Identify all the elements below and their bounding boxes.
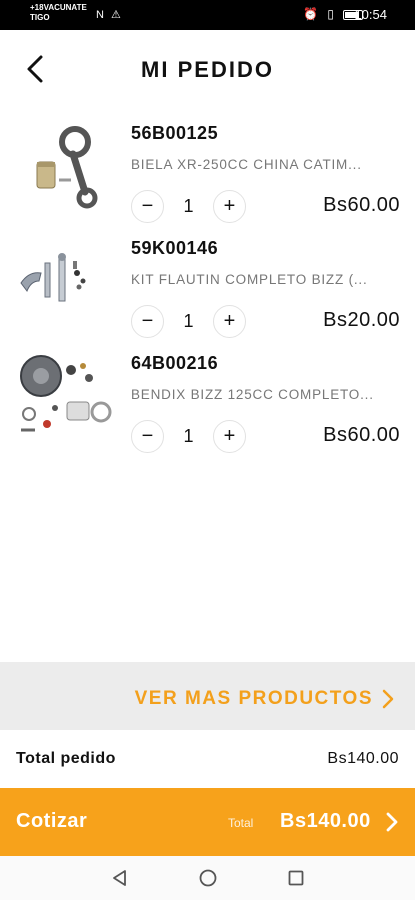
more-products-band: VER MAS PRODUCTOS bbox=[0, 662, 415, 730]
cart-item: 59K00146 KIT FLAUTIN COMPLETO BIZZ (... … bbox=[0, 227, 415, 342]
increase-quantity-button[interactable]: + bbox=[213, 305, 246, 338]
order-total-label: Total pedido bbox=[16, 750, 116, 767]
quote-total-value: Bs140.00 bbox=[280, 810, 371, 832]
product-description: BIELA XR-250CC CHINA CATIM... bbox=[131, 157, 362, 172]
increase-quantity-button[interactable]: + bbox=[213, 190, 246, 223]
decrease-quantity-button[interactable]: − bbox=[131, 420, 164, 453]
cart-item: 56B00125 BIELA XR-250CC CHINA CATIM... −… bbox=[0, 112, 415, 227]
quantity-value: 1 bbox=[183, 426, 194, 446]
triangle-back-icon bbox=[113, 870, 126, 886]
header: MI PEDIDO bbox=[0, 30, 415, 110]
status-time: 10:54 bbox=[354, 7, 387, 22]
cart-list: 56B00125 BIELA XR-250CC CHINA CATIM... −… bbox=[0, 112, 415, 457]
alarm-vibrate-icons: ⏰ ▯ bbox=[303, 7, 337, 21]
product-code: 56B00125 bbox=[131, 123, 219, 143]
system-back-button[interactable] bbox=[108, 866, 132, 890]
quote-button[interactable]: Cotizar Total Bs140.00 bbox=[0, 788, 415, 856]
product-image-connecting-rod bbox=[36, 126, 98, 209]
product-description: BENDIX BIZZ 125CC COMPLETO... bbox=[131, 387, 374, 402]
signal-icons: N ⚠ bbox=[96, 9, 123, 21]
carrier-label: +18VACUNATE TIGO bbox=[30, 3, 87, 22]
quote-button-label: Cotizar bbox=[16, 810, 88, 832]
order-total-row: Total pedido Bs140.00 bbox=[0, 730, 415, 788]
system-home-button[interactable] bbox=[196, 866, 220, 890]
product-description: KIT FLAUTIN COMPLETO BIZZ (... bbox=[131, 272, 368, 287]
more-products-link[interactable]: VER MAS PRODUCTOS bbox=[135, 688, 395, 710]
square-recents-icon bbox=[288, 870, 304, 886]
product-price: Bs60.00 bbox=[323, 424, 400, 446]
product-code: 64B00216 bbox=[131, 353, 219, 373]
decrease-quantity-button[interactable]: − bbox=[131, 190, 164, 223]
circle-home-icon bbox=[199, 869, 217, 887]
order-total-value: Bs140.00 bbox=[327, 750, 399, 767]
product-image-bendix bbox=[20, 355, 112, 432]
decrease-quantity-button[interactable]: − bbox=[131, 305, 164, 338]
cart-item: 64B00216 BENDIX BIZZ 125CC COMPLETO... −… bbox=[0, 342, 415, 457]
quote-total-label: Total bbox=[228, 816, 254, 830]
more-products-label: VER MAS PRODUCTOS bbox=[134, 688, 373, 709]
quantity-value: 1 bbox=[183, 196, 194, 216]
increase-quantity-button[interactable]: + bbox=[213, 420, 246, 453]
quantity-value: 1 bbox=[183, 311, 194, 331]
system-recents-button[interactable] bbox=[284, 866, 308, 890]
product-image-flautin-kit bbox=[20, 253, 86, 302]
product-price: Bs20.00 bbox=[323, 309, 400, 331]
chevron-right-icon bbox=[382, 689, 394, 709]
system-navigation-bar bbox=[0, 856, 415, 900]
product-price: Bs60.00 bbox=[323, 194, 400, 216]
product-code: 59K00146 bbox=[131, 238, 219, 258]
status-bar: +18VACUNATE TIGO N ⚠ ⏰ ▯ 10:54 bbox=[0, 0, 415, 30]
chevron-right-icon bbox=[386, 812, 398, 832]
page-title: MI PEDIDO bbox=[141, 57, 274, 82]
